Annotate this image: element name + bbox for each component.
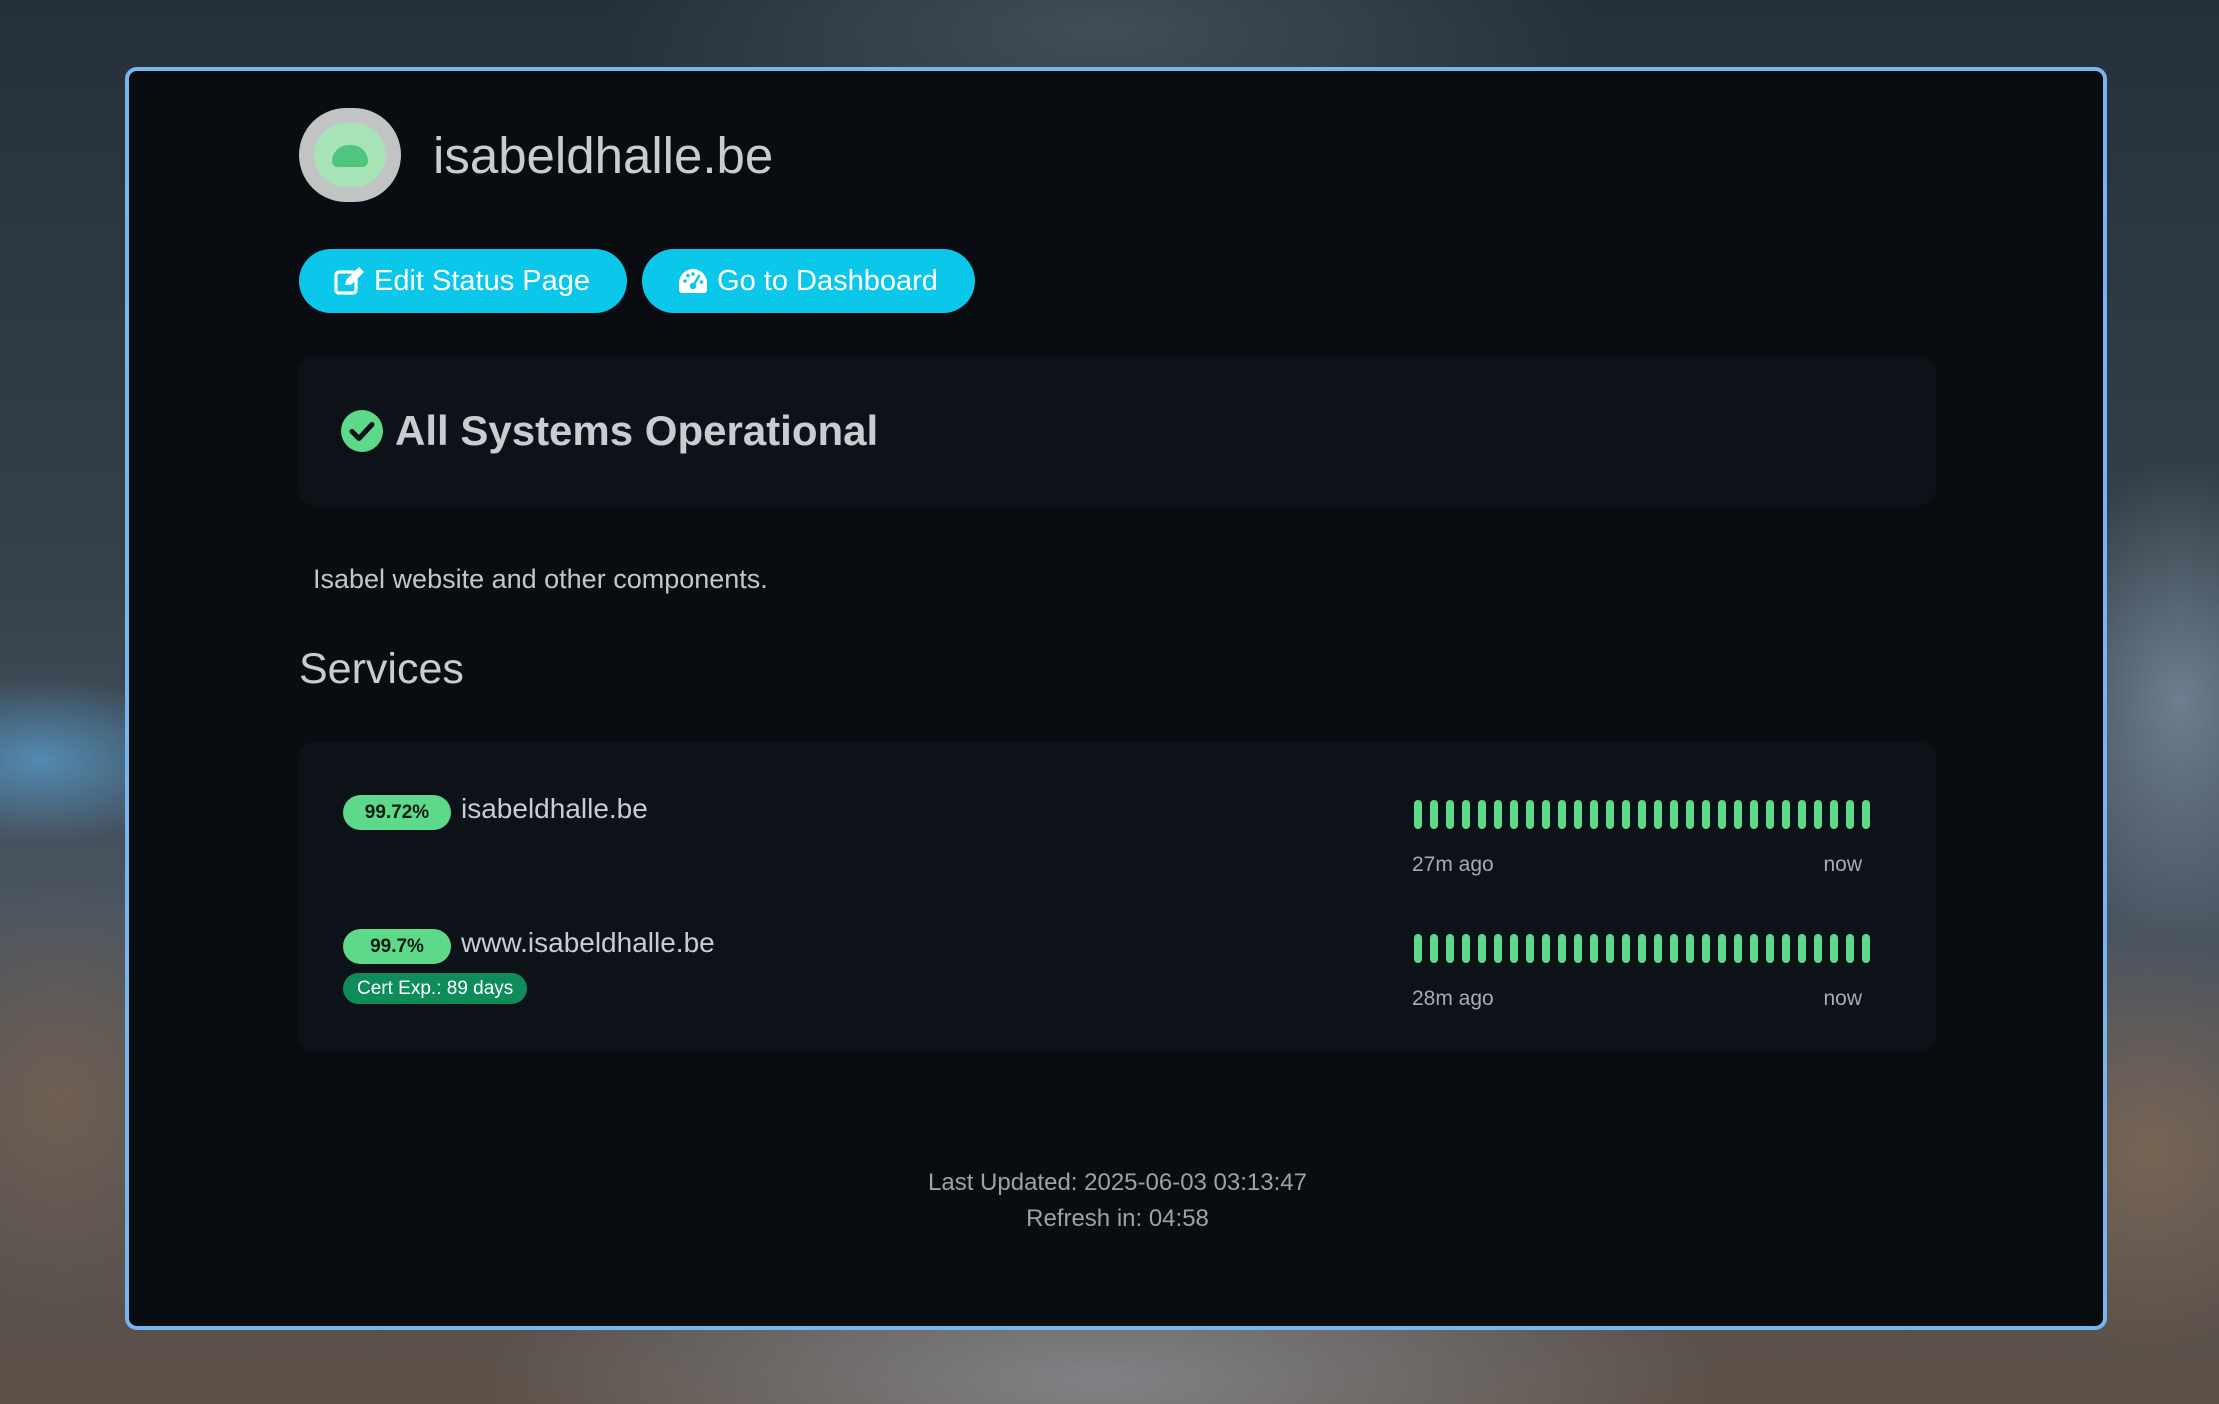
heartbeat-beat [1814,800,1822,829]
heartbeat-beat [1830,800,1838,829]
edit-icon [334,267,364,295]
refresh-countdown-text: Refresh in: 04:58 [1026,1205,1209,1232]
heartbeat-start-time: 28m ago [1412,987,1494,1010]
heartbeat-beat [1750,934,1758,963]
heartbeat-beat [1558,800,1566,829]
uptime-badge: 99.7% [343,929,451,964]
heartbeat-beat [1478,800,1486,829]
heartbeat-beat [1846,934,1854,963]
heartbeat-beat [1414,800,1422,829]
last-updated-text: Last Updated: 2025-06-03 03:13:47 [928,1169,1307,1196]
heartbeat-beat [1510,800,1518,829]
heartbeat-beat [1750,800,1758,829]
heartbeat-beat [1462,934,1470,963]
dashboard-gauge-icon [679,269,708,293]
service-row: 99.7% www.isabeldhalle.be Cert Exp.: 89 … [343,921,1893,1041]
heartbeat-beat [1574,934,1582,963]
heartbeat-beat [1526,934,1534,963]
check-circle-icon [341,410,383,452]
heartbeat-beat [1574,800,1582,829]
heartbeat-beat [1542,800,1550,829]
cert-expiry-badge: Cert Exp.: 89 days [343,973,528,1004]
heartbeat-start-time: 27m ago [1412,853,1494,876]
page-footer: Last Updated: 2025-06-03 03:13:47 Refres… [299,1165,1936,1237]
heartbeat-beat [1558,934,1566,963]
services-list: 99.72% isabeldhalle.be 27m ago now 99.7%… [299,742,1936,1051]
status-logo-icon [299,108,401,202]
heartbeat-beat [1462,800,1470,829]
heartbeat-beat [1606,934,1614,963]
overall-status-text: All Systems Operational [395,407,879,454]
heartbeat-beat [1862,800,1870,829]
heartbeat-bar [1414,934,1878,963]
heartbeat-beat [1478,934,1486,963]
service-header: 99.72% isabeldhalle.be [343,787,648,830]
heartbeat-end-time: now [1823,987,1862,1010]
heartbeat-beat [1702,934,1710,963]
status-page-window: isabeldhalle.be Edit Status Page Go to D… [125,67,2107,1330]
services-heading: Services [299,645,464,693]
heartbeat-beat [1510,934,1518,963]
heartbeat-beat [1526,800,1534,829]
service-info: 99.72% isabeldhalle.be [343,787,648,830]
logo-core [332,145,368,167]
heartbeat-beat [1430,934,1438,963]
heartbeat-beat [1638,934,1646,963]
heartbeat-beat [1414,934,1422,963]
heartbeat-beat [1654,800,1662,829]
page-header: isabeldhalle.be [299,108,773,202]
heartbeat-beat [1718,934,1726,963]
heartbeat-beat [1494,934,1502,963]
heartbeat-end-time: now [1823,853,1862,876]
go-to-dashboard-button[interactable]: Go to Dashboard [642,249,975,313]
service-name: isabeldhalle.be [461,792,648,824]
heartbeat-beat [1798,800,1806,829]
heartbeat-beat [1830,934,1838,963]
heartbeat-beat [1590,800,1598,829]
heartbeat-beat [1862,934,1870,963]
heartbeat-beat [1606,800,1614,829]
service-name: www.isabeldhalle.be [461,926,715,958]
heartbeat-beat [1542,934,1550,963]
heartbeat-beat [1686,934,1694,963]
heartbeat-beat [1766,934,1774,963]
heartbeat-beat [1622,800,1630,829]
heartbeat-beat [1782,800,1790,829]
heartbeat-beat [1686,800,1694,829]
heartbeat-beat [1590,934,1598,963]
heartbeat-beat [1702,800,1710,829]
heartbeat-beat [1718,800,1726,829]
heartbeat-beat [1798,934,1806,963]
heartbeat-beat [1670,800,1678,829]
action-buttons: Edit Status Page Go to Dashboard [299,249,975,313]
heartbeat-beat [1654,934,1662,963]
heartbeat-beat [1670,934,1678,963]
logo-inner [314,123,386,187]
heartbeat-beat [1430,800,1438,829]
heartbeat-bar [1414,800,1878,829]
heartbeat-beat [1638,800,1646,829]
heartbeat-beat [1494,800,1502,829]
go-to-dashboard-label: Go to Dashboard [717,264,938,297]
service-row: 99.72% isabeldhalle.be 27m ago now [343,787,1893,907]
edit-status-page-label: Edit Status Page [374,264,591,297]
edit-status-page-button[interactable]: Edit Status Page [299,249,628,313]
uptime-badge: 99.72% [343,795,451,830]
heartbeat-beat [1734,800,1742,829]
heartbeat-beat [1446,934,1454,963]
service-info: 99.7% www.isabeldhalle.be Cert Exp.: 89 … [343,921,715,1004]
heartbeat-beat [1814,934,1822,963]
overall-status-banner: All Systems Operational [299,357,1936,505]
page-description: Isabel website and other components. [313,564,768,594]
page-title: isabeldhalle.be [433,126,774,184]
heartbeat-beat [1782,934,1790,963]
service-header: 99.7% www.isabeldhalle.be [343,921,715,964]
heartbeat-beat [1622,934,1630,963]
heartbeat-beat [1446,800,1454,829]
heartbeat-beat [1766,800,1774,829]
heartbeat-beat [1734,934,1742,963]
heartbeat-beat [1846,800,1854,829]
